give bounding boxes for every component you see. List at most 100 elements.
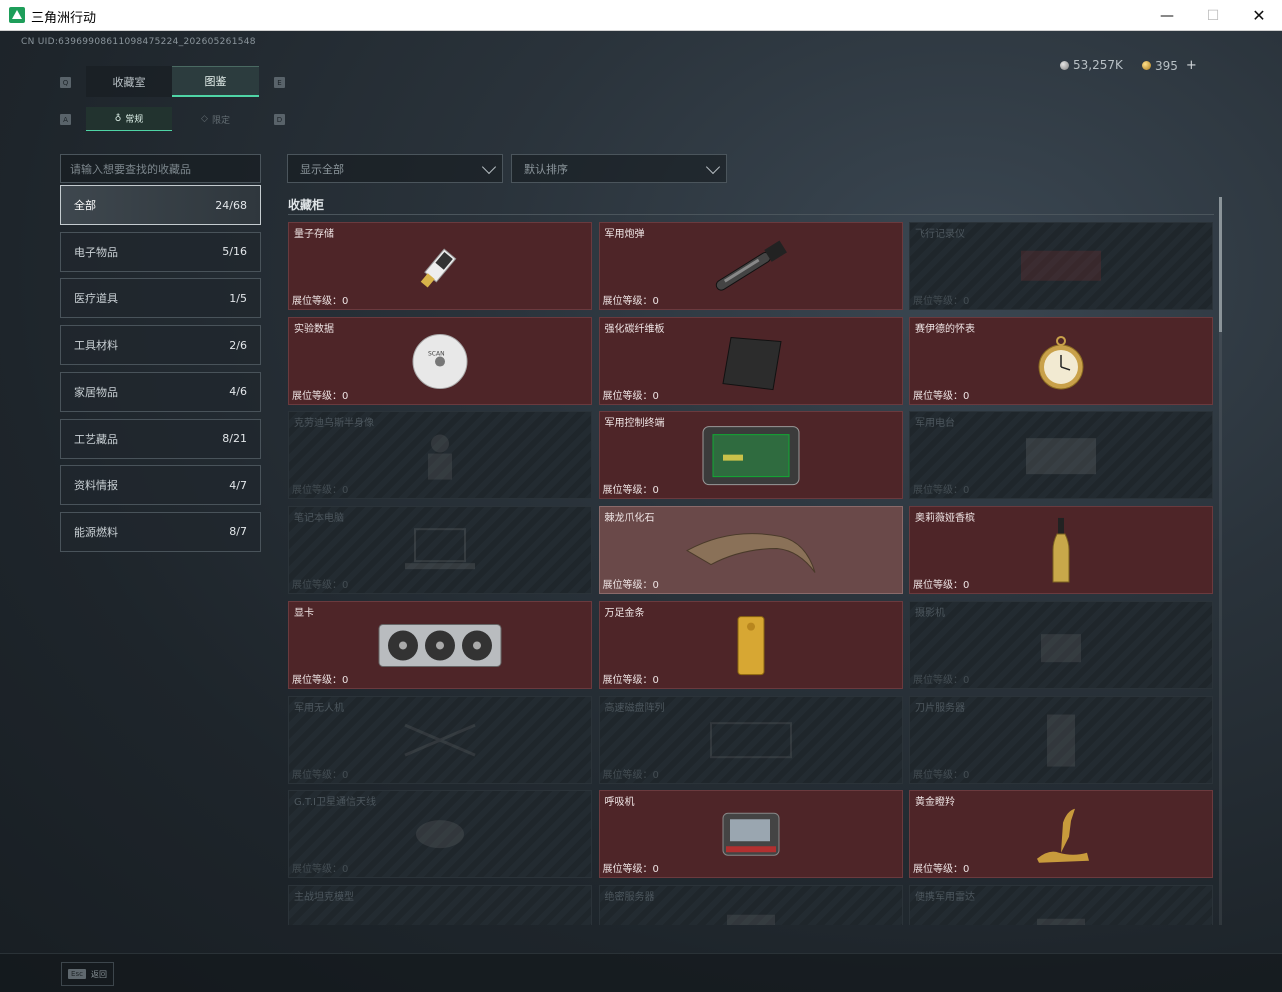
item-name: G.T.I卫星通信天线: [294, 797, 376, 809]
laptop-icon: [400, 525, 480, 579]
item-name: 量子存储: [294, 229, 334, 240]
item-level: 展位等级：0: [913, 671, 969, 686]
item-name: 飞行记录仪: [915, 229, 965, 240]
collection-item-card[interactable]: 黄金瞪羚 展位等级：0: [909, 790, 1213, 879]
collection-item-card[interactable]: 棘龙爪化石 展位等级：0: [598, 506, 903, 595]
footer-bar: Esc 返回: [0, 953, 1282, 992]
collection-item-card[interactable]: 显卡 展位等级：0: [288, 600, 592, 689]
sort-dropdown[interactable]: 默认排序: [511, 154, 727, 183]
collection-item-card[interactable]: 主战坦克模型: [288, 884, 592, 925]
maximize-button[interactable]: ☐: [1190, 0, 1236, 31]
level-value: 0: [652, 296, 659, 307]
filter-display-value: 显示全部: [300, 162, 344, 176]
add-currency-button[interactable]: +: [1186, 58, 1197, 73]
category-label: 资料情报: [74, 479, 118, 493]
item-name: 绝密服务器: [604, 891, 655, 903]
graphics-card-icon: [375, 616, 505, 678]
collection-item-card[interactable]: 摄影机 展位等级：0: [909, 600, 1213, 689]
server-icon: [721, 909, 781, 925]
subtab-limited[interactable]: ◇ 限定: [172, 107, 259, 131]
collection-item-card[interactable]: 飞行记录仪 展位等级：0: [909, 222, 1213, 310]
level-value: 0: [963, 485, 970, 497]
collection-item-card[interactable]: 强化碳纤维板 展位等级：0: [598, 316, 903, 405]
level-label: 展位等级：: [292, 864, 342, 876]
level-value: 0: [963, 296, 970, 307]
level-value: 0: [652, 580, 659, 592]
control-terminal-icon: [701, 425, 801, 491]
level-value: 0: [652, 674, 659, 686]
category-item[interactable]: 家居物品 4/6: [60, 371, 261, 412]
collection-grid: 量子存储 展位等级：0 军用炮弹 展位等级：0 飞行记录仪 展位等级：0 SCAN 实验数据展…: [288, 221, 1214, 925]
collection-item-card[interactable]: 量子存储 展位等级：0: [288, 222, 592, 310]
item-name: 呼吸机: [604, 797, 635, 809]
level-label: 展位等级：: [913, 674, 963, 686]
level-label: 展位等级：: [913, 580, 963, 592]
gold-coin-icon: [1142, 61, 1151, 70]
collection-item-card[interactable]: SCAN 实验数据 展位等级：0: [288, 316, 592, 405]
category-item[interactable]: 电子物品 5/16: [60, 231, 261, 272]
collection-item-card[interactable]: 军用控制终端 展位等级：0: [598, 411, 903, 500]
collection-item-card[interactable]: 万足金条 展位等级：0: [598, 600, 903, 689]
collection-item-card[interactable]: 奥莉薇娅香槟 展位等级：0: [909, 506, 1213, 595]
level-label: 展位等级：: [913, 485, 963, 497]
collection-item-card[interactable]: 军用电台 展位等级：0: [909, 411, 1213, 500]
collection-item-card[interactable]: 克劳迪乌斯半身像 展位等级：0: [288, 411, 592, 500]
player-uid: CN UID:63969908611098475224_202605261548: [21, 37, 256, 47]
category-count: 1/5: [229, 291, 247, 305]
sort-value: 默认排序: [524, 162, 568, 176]
category-item[interactable]: 能源燃料 8/7: [60, 511, 261, 552]
collection-item-card[interactable]: 高速磁盘阵列 展位等级：0: [598, 695, 903, 784]
level-value: 0: [652, 390, 659, 402]
radar-icon: [1031, 909, 1091, 925]
champagne-icon: [1051, 516, 1071, 590]
collection-item-card[interactable]: 呼吸机 展位等级：0: [598, 790, 903, 879]
category-label: 工具材料: [74, 339, 118, 353]
currency-silver: 53,257K: [1060, 58, 1123, 72]
level-label: 展位等级：: [292, 580, 342, 592]
category-item[interactable]: 医疗道具 1/5: [60, 278, 261, 319]
category-label: 全部: [74, 199, 96, 212]
category-label: 医疗道具: [74, 292, 118, 306]
collection-item-card[interactable]: 绝密服务器: [598, 884, 903, 925]
collection-item-card[interactable]: 便携军用雷达: [909, 884, 1213, 925]
minimize-button[interactable]: —: [1144, 0, 1190, 31]
category-count: 8/21: [222, 432, 247, 445]
scrollbar-thumb[interactable]: [1219, 197, 1222, 332]
item-level: 展位等级：0: [292, 576, 348, 591]
collection-item-card[interactable]: 军用无人机 展位等级：0: [288, 695, 592, 784]
filter-display-dropdown[interactable]: 显示全部: [287, 154, 503, 183]
collection-item-card[interactable]: 军用炮弹 展位等级：0: [598, 222, 903, 310]
collection-item-card[interactable]: 刀片服务器 展位等级：0: [909, 695, 1213, 784]
tab-atlas[interactable]: 图鉴: [172, 66, 259, 97]
category-count: 2/6: [229, 338, 247, 352]
satellite-dish-icon: [410, 809, 470, 863]
subtab-normal[interactable]: ♁ 常规: [86, 107, 172, 131]
category-item[interactable]: 资料情报 4/7: [60, 465, 261, 506]
currency-gold[interactable]: 395 +: [1142, 58, 1197, 73]
carbon-plate-icon: [719, 331, 783, 395]
collection-item-card[interactable]: 赛伊德的怀表 展位等级：0: [909, 316, 1213, 405]
level-label: 展位等级：: [292, 390, 342, 402]
collection-item-card[interactable]: G.T.I卫星通信天线 展位等级：0: [288, 790, 592, 879]
item-level: 展位等级：0: [603, 387, 659, 402]
search-input[interactable]: 请输入想要查找的收藏品: [60, 154, 261, 183]
back-button[interactable]: Esc 返回: [61, 962, 114, 986]
category-item[interactable]: 工具材料 2/6: [60, 325, 261, 366]
level-value: 0: [963, 390, 970, 402]
collection-item-card[interactable]: 笔记本电脑 展位等级：0: [288, 506, 592, 595]
tab-collection-room[interactable]: 收藏室: [86, 66, 172, 97]
level-label: 展位等级：: [913, 390, 963, 402]
item-level: 展位等级：0: [292, 387, 348, 402]
level-value: 0: [652, 864, 659, 876]
subtab-limited-label: 限定: [211, 115, 230, 126]
level-value: 0: [963, 580, 970, 592]
usb-drive-icon: [410, 237, 470, 301]
section-divider: [288, 214, 1214, 215]
level-value: 0: [342, 390, 349, 402]
category-item[interactable]: 工艺藏品 8/21: [60, 418, 261, 459]
level-label: 展位等级：: [913, 769, 963, 781]
item-name: 显卡: [294, 607, 314, 619]
close-button[interactable]: ✕: [1236, 0, 1282, 31]
item-level: 展位等级：0: [913, 860, 969, 875]
category-item[interactable]: 全部 24/68: [60, 185, 261, 225]
